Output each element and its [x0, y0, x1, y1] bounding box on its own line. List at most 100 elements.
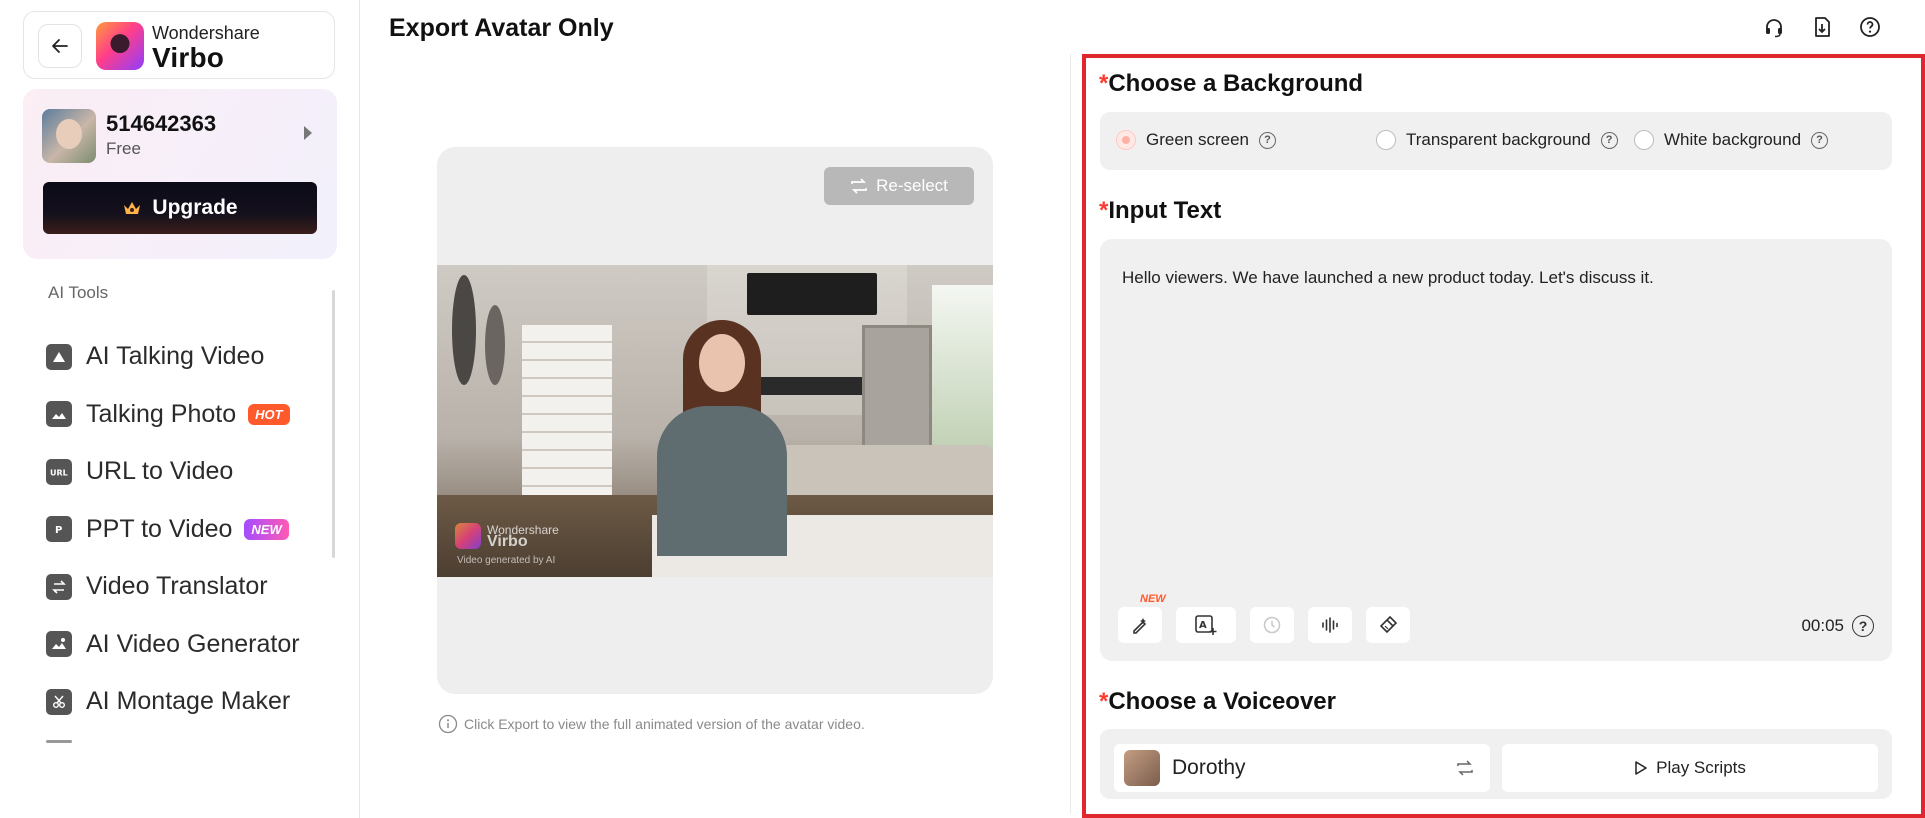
option-transparent-background[interactable]: Transparent background ?: [1376, 130, 1618, 150]
play-icon: [1635, 761, 1647, 775]
sidebar-item-video-translator[interactable]: Video Translator: [46, 558, 336, 616]
new-badge: NEW: [244, 518, 289, 540]
required-marker: *: [1099, 197, 1109, 224]
upgrade-button[interactable]: Upgrade: [43, 182, 317, 234]
play-scripts-button[interactable]: Play Scripts: [1502, 744, 1878, 792]
reselect-button[interactable]: Re-select: [824, 167, 974, 205]
info-icon: [438, 714, 458, 734]
sidebar-item-label: PPT to Video: [86, 514, 233, 543]
text-to-image-button[interactable]: A: [1176, 607, 1236, 643]
sidebar-item-ppt-to-video[interactable]: P PPT to Video NEW: [46, 501, 336, 559]
account-plan: Free: [106, 139, 141, 158]
video-generator-icon: [46, 631, 72, 658]
play-triangle-icon: [46, 343, 72, 370]
pause-timer-button[interactable]: [1250, 607, 1294, 643]
script-text[interactable]: Hello viewers. We have launched a new pr…: [1122, 268, 1654, 288]
pause-timer-icon: [1263, 616, 1281, 634]
voiceover-heading: *Choose a Voiceover: [1099, 688, 1336, 715]
option-white-background[interactable]: White background ?: [1634, 130, 1829, 150]
voice-name: Dorothy: [1172, 756, 1246, 779]
page-title: Export Avatar Only: [389, 14, 614, 42]
sidebar-item-ai-montage-maker[interactable]: AI Montage Maker: [46, 673, 336, 731]
clear-brush-button[interactable]: [1366, 607, 1410, 643]
avatar-figure: [657, 320, 787, 556]
swap-voice-icon[interactable]: [1456, 759, 1474, 777]
sidebar-item-url-to-video[interactable]: URL URL to Video: [46, 443, 336, 501]
option-label: Green screen: [1146, 130, 1249, 149]
preview-note-text: Click Export to view the full animated v…: [464, 716, 865, 732]
reselect-label: Re-select: [876, 176, 948, 195]
ai-tools-title: AI Tools: [48, 283, 109, 302]
app-window: Wondershare Virbo 514642363 Free Upgrade…: [0, 0, 1925, 818]
audio-wave-icon: [1322, 617, 1338, 633]
radio-button[interactable]: [1376, 130, 1396, 150]
sidebar-item-label: Video Translator: [86, 572, 268, 601]
help-icon[interactable]: ?: [1259, 131, 1276, 149]
option-label: White background: [1664, 130, 1802, 149]
upgrade-label: Upgrade: [152, 196, 238, 219]
voice-avatar: [1124, 750, 1160, 786]
translate-icon: [46, 573, 72, 600]
sidebar-item-label: URL to Video: [86, 457, 234, 486]
ppt-icon: P: [46, 516, 72, 543]
ai-write-icon: [1133, 618, 1147, 634]
avatar-video-thumbnail: Wondershare Virbo Video generated by AI: [437, 265, 993, 577]
duration-value: 00:05: [1801, 616, 1844, 635]
back-button[interactable]: [38, 24, 82, 68]
help-icon[interactable]: ?: [1600, 131, 1618, 149]
virbo-logo: [96, 22, 144, 70]
sidebar-item-label: AI Montage Maker: [86, 687, 291, 716]
script-input[interactable]: Hello viewers. We have launched a new pr…: [1100, 239, 1892, 661]
photo-icon: [46, 401, 72, 428]
brand-name: Virbo: [152, 42, 225, 73]
crown-icon: [124, 202, 141, 214]
background-heading: *Choose a Background: [1099, 70, 1364, 97]
sidebar-item-label: AI Talking Video: [86, 342, 265, 371]
script-duration: 00:05 ?: [1801, 615, 1874, 637]
svg-text:URL: URL: [50, 468, 68, 477]
required-marker: *: [1099, 688, 1109, 715]
help-icon[interactable]: [1858, 15, 1882, 39]
hot-badge: HOT: [248, 403, 290, 425]
script-toolbar: NEW A: [1118, 593, 1410, 643]
sidebar-item-talking-photo[interactable]: Talking Photo HOT: [46, 386, 336, 444]
play-scripts-label: Play Scripts: [1656, 758, 1746, 777]
ai-write-button[interactable]: NEW: [1118, 593, 1166, 643]
sidebar-item-ai-video-generator[interactable]: AI Video Generator: [46, 616, 336, 674]
chevron-right-icon[interactable]: [304, 126, 312, 140]
panel-divider: [1070, 54, 1071, 814]
export-file-icon[interactable]: [1810, 15, 1834, 39]
url-icon: URL: [46, 458, 72, 485]
help-icon[interactable]: ?: [1811, 131, 1829, 149]
preview-note: Click Export to view the full animated v…: [438, 714, 865, 734]
scissors-icon: [46, 688, 72, 715]
input-text-heading: *Input Text: [1099, 197, 1222, 224]
svg-text:P: P: [55, 525, 62, 536]
audio-wave-button[interactable]: [1308, 607, 1352, 643]
svg-text:A: A: [1199, 620, 1207, 631]
headset-icon[interactable]: [1762, 15, 1786, 39]
sidebar-item-label: AI Video Generator: [86, 629, 300, 658]
option-green-screen[interactable]: Green screen ?: [1116, 130, 1276, 150]
text-to-image-icon: A: [1195, 615, 1217, 635]
radio-button[interactable]: [1634, 130, 1654, 150]
help-icon[interactable]: ?: [1852, 615, 1874, 637]
top-toolbar: [1762, 15, 1882, 39]
voice-selector[interactable]: Dorothy: [1114, 744, 1490, 792]
new-tag: NEW: [1140, 593, 1166, 605]
arrow-left-icon: [52, 39, 68, 53]
radio-button[interactable]: [1116, 130, 1136, 150]
voiceover-panel: Dorothy Play Scripts: [1100, 729, 1892, 799]
virbo-watermark: Wondershare Virbo: [455, 523, 559, 550]
user-avatar: [42, 109, 96, 163]
brand-header: Wondershare Virbo: [23, 11, 335, 79]
sidebar-item-label: Talking Photo: [86, 399, 237, 428]
avatar-preview-card: Re-select Wondershare Virbo Video genera…: [437, 147, 993, 694]
account-card[interactable]: 514642363 Free Upgrade: [23, 89, 337, 259]
swap-icon: [851, 178, 867, 194]
sidebar-item-ai-talking-video[interactable]: AI Talking Video: [46, 328, 336, 386]
background-options: Green screen ? Transparent background ? …: [1100, 112, 1892, 170]
sidebar: Wondershare Virbo 514642363 Free Upgrade…: [0, 0, 360, 818]
virbo-watermark-logo: [455, 523, 481, 549]
option-label: Transparent background: [1406, 130, 1591, 149]
